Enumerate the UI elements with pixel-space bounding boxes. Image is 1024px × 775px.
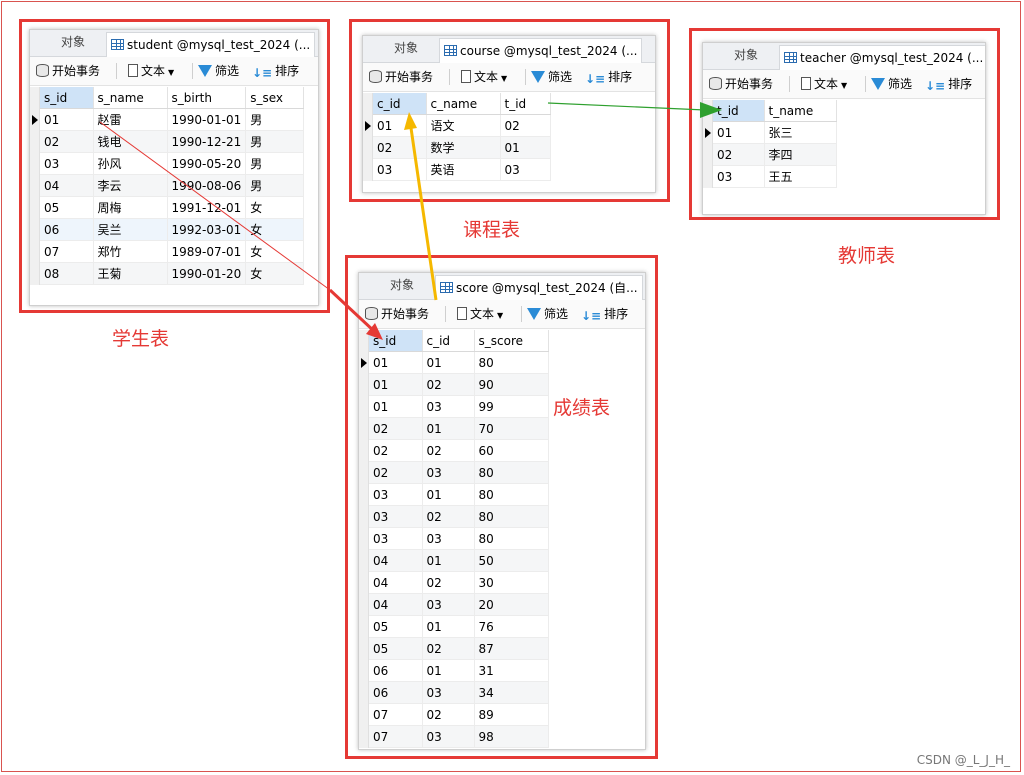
student-to-score-arrow	[328, 288, 377, 334]
course-to-teacher-arrowhead	[700, 102, 722, 118]
score-to-course-arrow	[409, 127, 438, 301]
student-to-score-thin-line	[99, 121, 331, 291]
score-to-course-arrowhead	[404, 112, 417, 130]
relation-arrows	[99, 102, 722, 340]
course-to-teacher-arrow	[547, 102, 706, 111]
